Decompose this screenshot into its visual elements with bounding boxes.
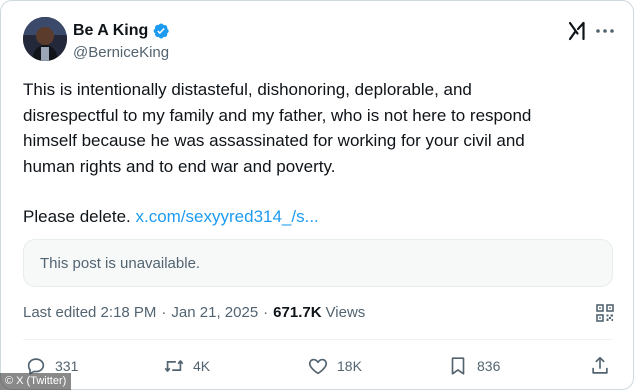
share-button[interactable]: [589, 353, 611, 379]
actions-divider: [23, 339, 613, 340]
repost-button[interactable]: 4K: [163, 353, 210, 379]
views-count: 671.7K: [273, 304, 322, 321]
author-info: Be A King @BerniceKing: [73, 20, 170, 61]
post-text-line: This is intentionally distasteful, disho…: [23, 80, 472, 99]
image-credit-watermark: © X (Twitter): [0, 373, 72, 390]
post-actions-bar: 331 4K 18K 836: [23, 353, 615, 379]
reply-count: 331: [55, 358, 79, 374]
edited-timestamp[interactable]: Last edited 2:18 PM: [23, 304, 156, 321]
post-link[interactable]: x.com/sexyyred314_/s...: [135, 207, 318, 226]
bookmark-icon: [451, 357, 465, 375]
like-icon: [308, 358, 328, 375]
qr-code-icon[interactable]: [595, 303, 615, 323]
share-icon: [592, 356, 608, 374]
repost-count: 4K: [193, 358, 211, 374]
bookmark-button[interactable]: 836: [447, 353, 500, 379]
author-handle[interactable]: @BerniceKing: [73, 44, 170, 61]
post-closing-text: Please delete.: [23, 207, 131, 226]
meta-separator: ·: [263, 304, 269, 321]
unavailable-post-text: This post is unavailable.: [40, 254, 201, 272]
bookmark-count: 836: [477, 358, 501, 374]
post-text-line: human rights and to end war and poverty.: [23, 156, 336, 176]
like-count: 18K: [337, 358, 362, 374]
views-label: Views: [325, 304, 366, 321]
post-text-line: disrespectful to my family and my father…: [23, 105, 532, 125]
avatar[interactable]: [23, 17, 67, 61]
post-text: This is intentionally distasteful, disho…: [23, 77, 623, 230]
post-metadata: Last edited 2:18 PM · Jan 21, 2025 · 671…: [23, 304, 365, 321]
repost-icon: [164, 360, 184, 372]
more-icon[interactable]: [594, 21, 616, 41]
post-text-line: himself because he was assassinated for …: [23, 131, 525, 150]
author-display-name[interactable]: Be A King: [73, 22, 148, 40]
post-card: Be A King @BerniceKing This is intention…: [0, 0, 634, 390]
post-closing-line: Please delete. x.com/sexyyred314_/s...: [23, 204, 623, 230]
verified-badge-icon: [152, 22, 170, 40]
grok-icon[interactable]: [567, 21, 587, 41]
quoted-post-unavailable: This post is unavailable.: [23, 239, 613, 287]
meta-separator: ·: [161, 304, 167, 321]
post-date[interactable]: Jan 21, 2025: [171, 304, 258, 321]
like-button[interactable]: 18K: [307, 353, 362, 379]
